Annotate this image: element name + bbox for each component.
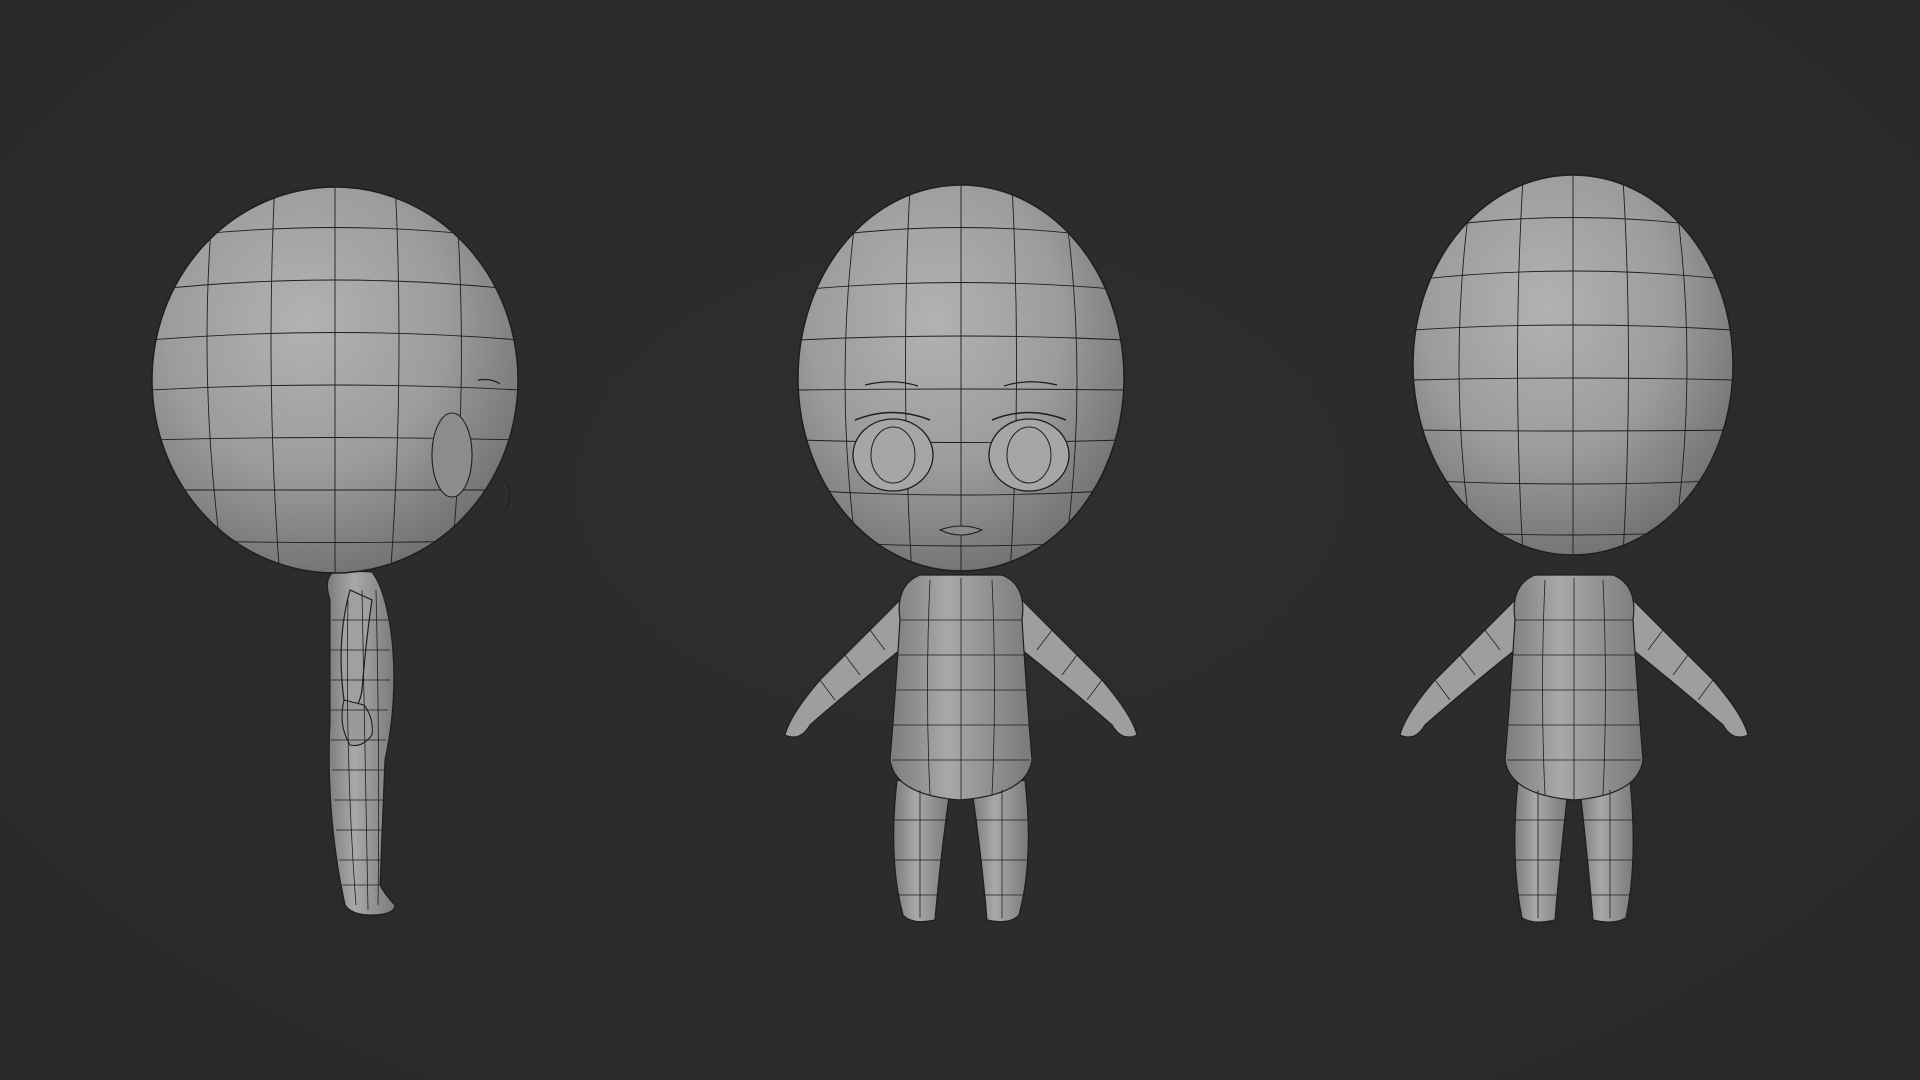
side-eye bbox=[431, 412, 473, 498]
side-view-model bbox=[151, 186, 519, 916]
front-left-arm bbox=[784, 593, 906, 738]
back-view-model bbox=[1399, 174, 1749, 923]
back-left-arm bbox=[1399, 593, 1521, 738]
front-view-model bbox=[784, 184, 1138, 923]
front-body-wire bbox=[819, 578, 1103, 918]
back-body-wire bbox=[1434, 578, 1714, 918]
back-left-leg bbox=[1514, 779, 1569, 923]
viewport-canvas bbox=[151, 174, 1749, 923]
front-left-leg bbox=[893, 779, 951, 923]
front-right-arm bbox=[1016, 593, 1138, 738]
front-right-leg bbox=[971, 779, 1029, 923]
back-right-arm bbox=[1627, 593, 1749, 738]
viewport bbox=[0, 0, 1920, 1080]
back-right-leg bbox=[1579, 779, 1634, 923]
side-nose bbox=[504, 479, 511, 511]
